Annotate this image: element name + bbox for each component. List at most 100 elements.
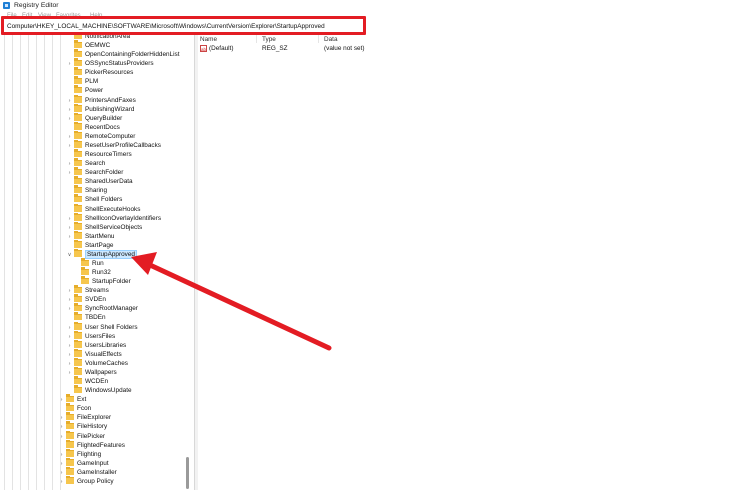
folder-icon [74, 348, 82, 357]
tree-item-label: Ext [77, 396, 87, 404]
folder-icon [66, 457, 74, 466]
tree-item-label: Flighting [77, 450, 102, 458]
tree-item-label: FileHistory [77, 423, 108, 431]
tree-item[interactable]: StartupFolder [73, 276, 131, 286]
folder-icon [74, 376, 82, 385]
folder-icon [74, 203, 82, 212]
folder-icon [66, 394, 74, 403]
tree-item-label: PublishingWizard [85, 105, 135, 113]
tree-item[interactable]: Fcon [58, 403, 92, 413]
chevron-down-icon[interactable]: ∨ [66, 251, 73, 260]
folder-icon [66, 439, 74, 448]
tree-item[interactable]: › Group Policy [58, 476, 114, 487]
tree-item[interactable]: Sharing [66, 185, 108, 195]
tree-item-label: Shell Folders [85, 196, 123, 204]
tree-item[interactable]: › Search [66, 158, 105, 168]
tree-item-label: StartMenu [85, 232, 115, 240]
tree-item-label: Run32 [92, 269, 111, 277]
column-name[interactable]: Name [200, 36, 217, 43]
tree-item[interactable]: › Ext [58, 394, 87, 404]
tree-item[interactable]: OpenContainingFolderHiddenList [66, 49, 180, 59]
tree-item-label: RecentDocs [85, 123, 120, 131]
tree-item-label: SearchFolder [85, 169, 124, 177]
tree-item-label: Group Policy [77, 477, 114, 485]
folder-icon [74, 121, 82, 130]
tree-item[interactable]: Run32 [73, 267, 111, 277]
tree-item[interactable]: Run [73, 258, 104, 268]
tree-item[interactable]: › ShellIconOverlayIdentifiers [66, 212, 161, 223]
column-data[interactable]: Data [324, 36, 338, 43]
tree-item-label: WCDEn [85, 378, 109, 386]
tree-item-label: Wallpapers [85, 368, 117, 376]
folder-icon [66, 466, 74, 475]
tree-item[interactable]: › Streams [66, 285, 109, 295]
tree-item-label: UsersLibraries [85, 341, 127, 349]
tree-item-label: RemoteComputer [85, 132, 136, 140]
title-bar: Registry Editor [0, 0, 750, 12]
folder-icon [66, 403, 74, 412]
tree-item-label: WindowsUpdate [85, 387, 132, 395]
folder-icon [81, 258, 89, 266]
tree-item-label: PLM [85, 78, 99, 86]
tree-item[interactable]: PLM [66, 76, 99, 86]
tree-item-label: GameInput [77, 459, 109, 467]
tree-item-label: PrintersAndFaxes [85, 96, 136, 104]
folder-icon [74, 249, 82, 257]
tree-item-label: StartupFolder [92, 278, 131, 286]
tree-item-label: ResourceTimers [85, 151, 132, 159]
folder-icon [74, 339, 82, 348]
tree-item-label: SharedUserData [85, 178, 133, 186]
folder-icon [74, 158, 82, 167]
tree-item-label: StartPage [85, 241, 114, 249]
folder-icon [74, 212, 82, 221]
folder-icon [74, 35, 82, 39]
tree-item-label: Power [85, 87, 104, 95]
tree-item-label: ResetUserProfileCallbacks [85, 141, 162, 149]
chevron-right-icon[interactable]: › [58, 478, 65, 487]
tree-item[interactable]: TBDEn [66, 312, 106, 322]
tree-item[interactable]: WCDEn [66, 376, 109, 386]
tree-item-label: Sharing [85, 187, 108, 195]
folder-icon [74, 40, 82, 49]
registry-tree[interactable]: NotificationArea OEMWC OpenContainingFolde… [0, 35, 194, 490]
tree-item[interactable]: › ResetUserProfileCallbacks [66, 140, 162, 150]
tree-item-label: ShellExecuteHooks [85, 205, 141, 213]
tree-item-label: VolumeCaches [85, 359, 128, 367]
folder-icon [74, 367, 82, 375]
tree-item-label: OEMWC [85, 42, 111, 50]
values-pane[interactable]: Name Type Data ab (Default) REG_SZ (valu… [198, 35, 750, 490]
folder-icon [74, 285, 82, 294]
folder-icon [74, 321, 82, 330]
folder-icon [74, 103, 82, 112]
tree-item[interactable]: › OSSyncStatusProviders [66, 58, 154, 68]
registry-editor-icon [3, 2, 10, 9]
tree-item-label: PickerResources [85, 69, 134, 77]
tree-item-label: SVDEn [85, 296, 106, 304]
folder-icon [66, 476, 74, 484]
folder-icon [74, 149, 82, 158]
folder-icon [74, 140, 82, 148]
tree-item[interactable]: › SVDEn [66, 294, 106, 304]
tree-item[interactable]: Power [66, 85, 104, 95]
folder-icon [74, 194, 82, 203]
folder-icon [74, 49, 82, 58]
folder-icon [74, 112, 82, 121]
tree-item[interactable]: ∨ StartupApproved [66, 249, 137, 260]
tree-scrollbar[interactable] [186, 457, 189, 489]
value-name[interactable]: (Default) [209, 45, 234, 54]
tree-item[interactable]: WindowsUpdate [66, 385, 132, 395]
tree-item-label: OpenContainingFolderHiddenList [85, 51, 180, 59]
folder-icon [74, 294, 82, 303]
folder-icon [74, 176, 82, 185]
tree-item[interactable]: OEMWC [66, 40, 111, 50]
tree-item-label: Fcon [77, 405, 92, 413]
folder-icon [81, 267, 89, 276]
tree-item-label: Streams [85, 287, 109, 295]
tree-item-label: NotificationArea [85, 35, 131, 40]
folder-icon [74, 130, 82, 139]
folder-icon [74, 303, 82, 312]
tree-item-label: VisualEffects [85, 350, 122, 358]
column-type[interactable]: Type [262, 36, 276, 43]
tree-item-label: SyncRootManager [85, 305, 138, 313]
tree-item[interactable]: › Flighting [58, 448, 102, 459]
